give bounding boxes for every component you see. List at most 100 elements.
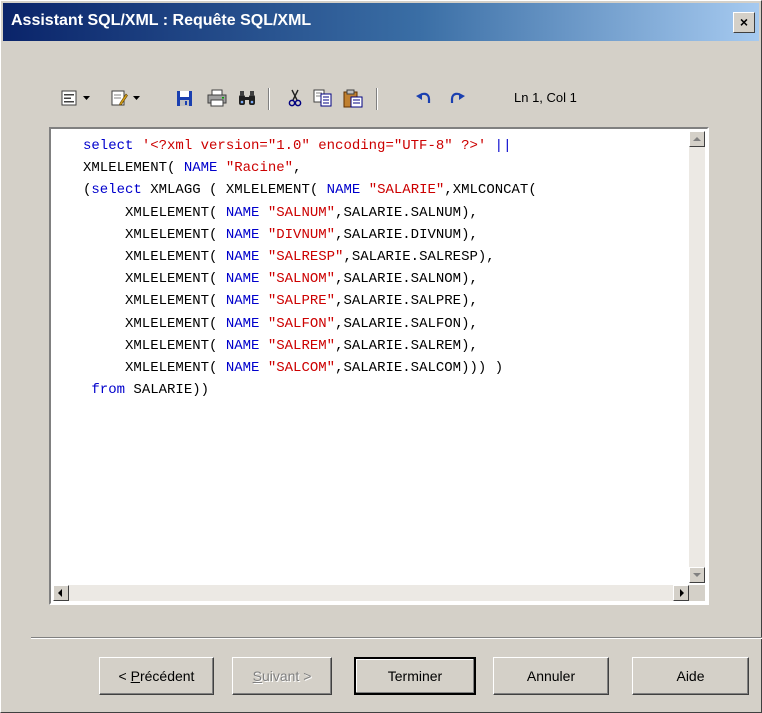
- sql-text: SALARIE)): [125, 382, 210, 399]
- next-button-mnemonic: S: [252, 668, 262, 684]
- code-line[interactable]: from SALARIE)): [83, 379, 537, 401]
- dropdown-arrow-icon[interactable]: [131, 85, 141, 111]
- dropdown-arrow-icon[interactable]: [81, 85, 91, 111]
- sql-text: XMLELEMENT(: [83, 337, 226, 354]
- title-bar[interactable]: Assistant SQL/XML : Requête SQL/XML ×: [3, 3, 759, 41]
- sql-text: XMLELEMENT(: [83, 249, 226, 266]
- finish-button[interactable]: Terminer: [354, 657, 476, 695]
- cancel-button[interactable]: Annuler: [493, 657, 609, 695]
- sql-keyword: NAME: [225, 360, 260, 377]
- code-line[interactable]: XMLELEMENT( NAME "SALFON",SALARIE.SALFON…: [83, 313, 537, 335]
- sql-keyword: select: [91, 182, 142, 199]
- sql-string: "SALNUM": [267, 204, 336, 221]
- previous-button-rest: récédent: [139, 668, 195, 684]
- sql-editor[interactable]: select '<?xml version="1.0" encoding="UT…: [49, 127, 709, 605]
- sql-string: "SALPRE": [267, 293, 336, 310]
- undo-icon[interactable]: [413, 85, 435, 111]
- code-line[interactable]: XMLELEMENT( NAME "SALREM",SALARIE.SALREM…: [83, 335, 537, 357]
- sql-text: ,SALARIE.SALREM),: [335, 337, 478, 354]
- chevron-left-icon: [58, 589, 62, 597]
- code-line[interactable]: XMLELEMENT( NAME "SALRESP",SALARIE.SALRE…: [83, 246, 537, 268]
- code-line[interactable]: (select XMLAGG ( XMLELEMENT( NAME "SALAR…: [83, 179, 537, 201]
- sql-text: XMLELEMENT(: [83, 315, 226, 332]
- sql-string: "Racine": [225, 160, 294, 177]
- sql-text: XMLELEMENT(: [83, 160, 184, 177]
- sql-string: "SALNOM": [267, 271, 336, 288]
- scroll-up-button[interactable]: [689, 131, 705, 147]
- sql-text: XMLELEMENT(: [83, 293, 226, 310]
- sql-code[interactable]: select '<?xml version="1.0" encoding="UT…: [83, 135, 537, 401]
- sql-text: XMLELEMENT(: [83, 226, 226, 243]
- help-button[interactable]: Aide: [632, 657, 749, 695]
- sql-text: ,XMLCONCAT(: [444, 182, 537, 199]
- sql-text: XMLELEMENT(: [83, 360, 226, 377]
- save-icon[interactable]: [173, 85, 195, 111]
- code-line[interactable]: XMLELEMENT( NAME "DIVNUM",SALARIE.DIVNUM…: [83, 224, 537, 246]
- close-button[interactable]: ×: [733, 12, 755, 33]
- cursor-position-readout: Ln 1, Col 1: [514, 90, 577, 105]
- code-line[interactable]: XMLELEMENT( NAME "SALPRE",SALARIE.SALPRE…: [83, 290, 537, 312]
- print-icon[interactable]: [205, 85, 229, 111]
- sql-text: ,: [293, 160, 302, 177]
- align-icon[interactable]: [58, 85, 80, 111]
- sql-string: "SALREM": [267, 337, 336, 354]
- previous-button[interactable]: < Précédent: [99, 657, 214, 695]
- edit-icon[interactable]: [108, 85, 130, 111]
- sql-keyword: NAME: [183, 160, 218, 177]
- code-line[interactable]: XMLELEMENT( NAME "SALCOM",SALARIE.SALCOM…: [83, 357, 537, 379]
- sql-text: ,SALARIE.DIVNUM),: [335, 226, 478, 243]
- copy-icon[interactable]: [311, 85, 335, 111]
- sql-text: XMLELEMENT(: [83, 271, 226, 288]
- editor-toolbar: Ln 1, Col 1: [58, 85, 658, 111]
- previous-button-mnemonic: P: [130, 668, 140, 684]
- cut-icon[interactable]: [284, 85, 306, 111]
- sql-text: ,SALARIE.SALPRE),: [335, 293, 478, 310]
- sql-text: XMLELEMENT(: [83, 204, 226, 221]
- scrollbar-corner: [689, 585, 705, 601]
- sql-text: ,SALARIE.SALFON),: [335, 315, 478, 332]
- code-line[interactable]: select '<?xml version="1.0" encoding="UT…: [83, 135, 537, 157]
- horizontal-scrollbar[interactable]: [53, 585, 689, 601]
- next-button[interactable]: Suivant >: [232, 657, 332, 695]
- sql-keyword: NAME: [326, 182, 361, 199]
- scroll-down-button[interactable]: [689, 567, 705, 583]
- chevron-down-icon: [693, 573, 701, 577]
- code-line[interactable]: XMLELEMENT( NAME "SALNUM",SALARIE.SALNUM…: [83, 202, 537, 224]
- code-line[interactable]: XMLELEMENT( NAME "Racine",: [83, 157, 537, 179]
- sql-keyword: NAME: [225, 337, 260, 354]
- sql-keyword: select: [83, 138, 142, 154]
- toolbar-separator: [376, 88, 378, 110]
- sql-keyword: NAME: [225, 249, 260, 266]
- toolbar-separator: [268, 88, 270, 110]
- find-icon[interactable]: [236, 85, 258, 111]
- paste-icon[interactable]: [341, 85, 365, 111]
- button-divider: [31, 637, 762, 639]
- sql-text: ,SALARIE.SALNOM),: [335, 271, 478, 288]
- sql-string: "SALARIE": [368, 182, 445, 199]
- sql-text: ,SALARIE.SALRESP),: [343, 249, 495, 266]
- next-button-rest: uivant >: [261, 668, 312, 684]
- sql-string: "SALRESP": [267, 249, 344, 266]
- scroll-right-button[interactable]: [673, 585, 689, 601]
- previous-button-prefix: <: [118, 668, 131, 684]
- scroll-left-button[interactable]: [53, 585, 69, 601]
- chevron-right-icon: [680, 589, 684, 597]
- code-line[interactable]: XMLELEMENT( NAME "SALNOM",SALARIE.SALNOM…: [83, 268, 537, 290]
- sql-text: ,SALARIE.SALNUM),: [335, 204, 478, 221]
- sql-xml-wizard-dialog: Assistant SQL/XML : Requête SQL/XML × Ln…: [0, 0, 762, 713]
- vertical-scrollbar[interactable]: [689, 131, 705, 583]
- sql-keyword: ||: [486, 138, 512, 154]
- redo-icon[interactable]: [446, 85, 468, 111]
- sql-string: '<?xml version="1.0" encoding="UTF-8" ?>…: [141, 138, 487, 154]
- sql-keyword: NAME: [225, 293, 260, 310]
- sql-keyword: from: [91, 382, 126, 399]
